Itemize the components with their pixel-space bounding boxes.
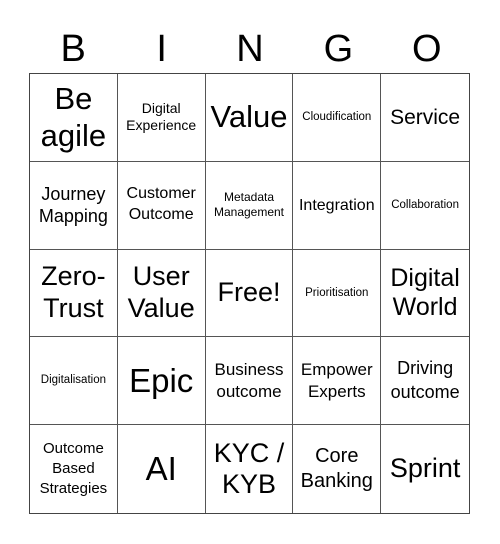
- bingo-cell[interactable]: Digital World: [381, 250, 469, 338]
- bingo-cell[interactable]: Sprint: [381, 425, 469, 513]
- bingo-cell[interactable]: Digitalisation: [30, 337, 118, 426]
- bingo-cell[interactable]: Customer Outcome: [117, 161, 206, 250]
- bingo-cell[interactable]: Digital Experience: [117, 74, 206, 162]
- header-letter-i: I: [156, 28, 167, 70]
- bingo-cell[interactable]: Metadata Management: [205, 161, 294, 250]
- header-letter-o: O: [412, 28, 442, 70]
- bingo-header: B I N G O: [29, 26, 471, 72]
- bingo-cell[interactable]: Business outcome: [205, 337, 294, 426]
- bingo-cell[interactable]: Driving outcome: [381, 337, 469, 426]
- bingo-cell[interactable]: Collaboration: [381, 162, 469, 250]
- bingo-cell[interactable]: Journey Mapping: [30, 161, 118, 250]
- bingo-cell[interactable]: Free!: [205, 249, 294, 338]
- bingo-cell[interactable]: User Value: [117, 249, 206, 338]
- bingo-cell[interactable]: Integration: [293, 161, 382, 250]
- bingo-cell[interactable]: Value: [205, 74, 294, 162]
- bingo-cell[interactable]: Service: [381, 74, 469, 162]
- bingo-cell[interactable]: Prioritisation: [293, 249, 382, 338]
- bingo-cell[interactable]: Be agile: [30, 74, 118, 162]
- header-letter-b: B: [60, 28, 86, 70]
- bingo-cell[interactable]: Core Banking: [293, 425, 382, 513]
- bingo-cell[interactable]: Zero-Trust: [30, 249, 118, 338]
- bingo-cell[interactable]: KYC / KYB: [206, 425, 294, 513]
- bingo-cell[interactable]: Epic: [117, 337, 206, 426]
- bingo-cell[interactable]: Cloudification: [293, 74, 382, 162]
- header-letter-g: G: [323, 28, 354, 70]
- bingo-cell[interactable]: AI: [118, 425, 206, 513]
- bingo-cell[interactable]: Empower Experts: [293, 337, 382, 426]
- bingo-cell[interactable]: Outcome Based Strategies: [30, 425, 118, 513]
- bingo-grid: Be agile Digital Experience Value Cloudi…: [29, 73, 470, 514]
- header-letter-n: N: [236, 28, 264, 70]
